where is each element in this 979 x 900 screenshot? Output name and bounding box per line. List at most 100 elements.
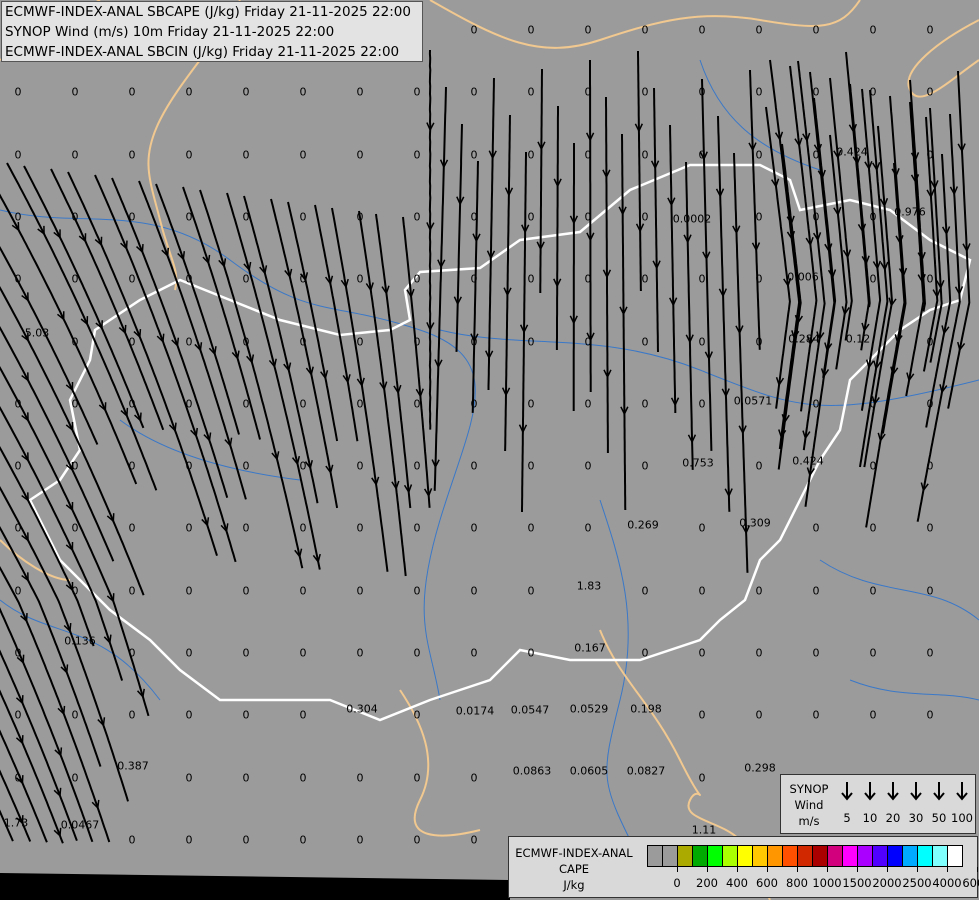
- cape-value: 0: [128, 521, 136, 535]
- cape-value: 0: [242, 397, 250, 411]
- cape-value: 0: [299, 521, 307, 535]
- cape-value: 0: [242, 584, 250, 598]
- cape-value: 0: [755, 272, 763, 286]
- cape-tick-label: 2000: [872, 876, 902, 890]
- cape-value: 0: [413, 85, 421, 99]
- cape-value: 0: [242, 833, 250, 847]
- cape-value: 0: [755, 646, 763, 660]
- cape-value: 0: [698, 85, 706, 99]
- cape-tick-mark: [857, 867, 858, 872]
- cape-value: 0: [71, 521, 79, 535]
- cape-swatch: [738, 846, 753, 866]
- cape-value: 0: [14, 397, 22, 411]
- cape-value: 0: [755, 85, 763, 99]
- streamline: [455, 123, 463, 352]
- cape-tick-label: 2500: [902, 876, 932, 890]
- cape-value: 0: [299, 771, 307, 785]
- cape-swatch: [783, 846, 798, 866]
- wind-arrow-icon: [956, 782, 968, 801]
- cape-value: 0: [356, 210, 364, 224]
- cape-swatch: [813, 846, 828, 866]
- cape-value: 0: [14, 272, 22, 286]
- cape-value: 0: [584, 335, 592, 348]
- cape-value: 0: [413, 771, 421, 785]
- cape-color-legend: ECMWF-INDEX-ANAL CAPE J/kg 0 200 400 600 800…: [508, 836, 979, 898]
- cape-value: 0: [812, 397, 820, 411]
- cape-value: 0.0174: [455, 704, 495, 718]
- cape-value: 0.298: [744, 761, 776, 775]
- cape-value: 0: [527, 210, 535, 224]
- streamline: [504, 114, 511, 452]
- streamline: [539, 69, 543, 293]
- cape-value: 0: [14, 459, 22, 473]
- cape-value: 0: [641, 335, 649, 348]
- cape-value: 0: [641, 584, 649, 598]
- cape-value: 0.304: [346, 702, 378, 716]
- cape-value: 0: [128, 210, 136, 224]
- cape-tick-mark: [917, 867, 918, 872]
- cape-value: 0: [71, 210, 79, 224]
- wind-arrow-icon: [864, 782, 876, 801]
- no-data-strip: [0, 873, 510, 900]
- cape-legend-title: ECMWF-INDEX-ANAL CAPE J/kg: [511, 845, 637, 893]
- cape-swatch: [648, 846, 663, 866]
- streamline: [555, 106, 559, 350]
- cape-tick-mark: [977, 867, 978, 872]
- cape-value: 5.03: [24, 326, 50, 340]
- synop-speed-label: 10: [862, 811, 878, 825]
- cape-value: 0: [470, 148, 478, 162]
- cape-value: 0: [812, 708, 820, 722]
- cape-value: 0: [71, 335, 79, 348]
- synop-speed-5: 5: [835, 781, 859, 825]
- synop-speed-label: 100: [951, 811, 973, 825]
- cape-value: 0: [185, 335, 193, 348]
- cape-value: 0: [470, 335, 478, 348]
- cape-swatch: [858, 846, 873, 866]
- cape-value: 0.424: [792, 454, 824, 468]
- streamline: [0, 405, 124, 681]
- cape-value: 0: [185, 771, 193, 785]
- cape-value: 0: [812, 210, 820, 224]
- streamline: [199, 189, 304, 569]
- cape-value: 0: [413, 210, 421, 224]
- title-cape: ECMWF-INDEX-ANAL SBCAPE (J/kg) Friday 21…: [5, 4, 411, 20]
- cape-value: 0: [527, 85, 535, 99]
- cape-value: 0: [14, 210, 22, 224]
- cape-value: 0: [755, 335, 763, 348]
- cape-value: 0.006: [787, 270, 819, 284]
- cape-value: 0: [185, 459, 193, 473]
- cape-value: 0: [698, 646, 706, 660]
- cape-value: 0: [242, 708, 250, 722]
- cape-value: 0: [356, 833, 364, 847]
- synop-speed-label: 50: [931, 811, 947, 825]
- wind-arrow-icon: [933, 782, 945, 801]
- cape-value: 0: [128, 584, 136, 598]
- synop-legend-title: SYNOP Wind m/s: [787, 781, 831, 829]
- cape-swatch: [708, 846, 723, 866]
- cape-value: 0: [698, 521, 706, 535]
- cape-value: 0: [299, 584, 307, 598]
- cape-value: 0: [869, 521, 877, 535]
- cape-tick-mark: [677, 867, 678, 872]
- cape-value: 0: [413, 397, 421, 411]
- cape-value: 0: [356, 148, 364, 162]
- streamline: [0, 193, 138, 485]
- cape-value: 0: [299, 708, 307, 722]
- synop-legend-line: m/s: [798, 814, 820, 828]
- synop-speed-label: 5: [843, 811, 851, 825]
- cape-value: 0: [299, 397, 307, 411]
- cape-value: 0: [356, 397, 364, 411]
- cape-value: 0: [698, 771, 706, 785]
- title-cin: ECMWF-INDEX-ANAL SBCIN (J/kg) Friday 21-…: [5, 44, 400, 60]
- cape-value: 0: [413, 148, 421, 162]
- cape-tick-label: 800: [786, 876, 808, 890]
- cape-tick-mark: [797, 867, 798, 872]
- cape-value: 0: [527, 397, 535, 411]
- cape-value: 0.136: [64, 634, 96, 648]
- cape-value: 0.0571: [733, 394, 773, 408]
- cape-value: 0: [299, 459, 307, 473]
- cape-value: 0.0827: [626, 764, 666, 778]
- cape-value: 0: [14, 521, 22, 535]
- cape-value: 0: [869, 85, 877, 99]
- cape-value: 0: [869, 459, 877, 473]
